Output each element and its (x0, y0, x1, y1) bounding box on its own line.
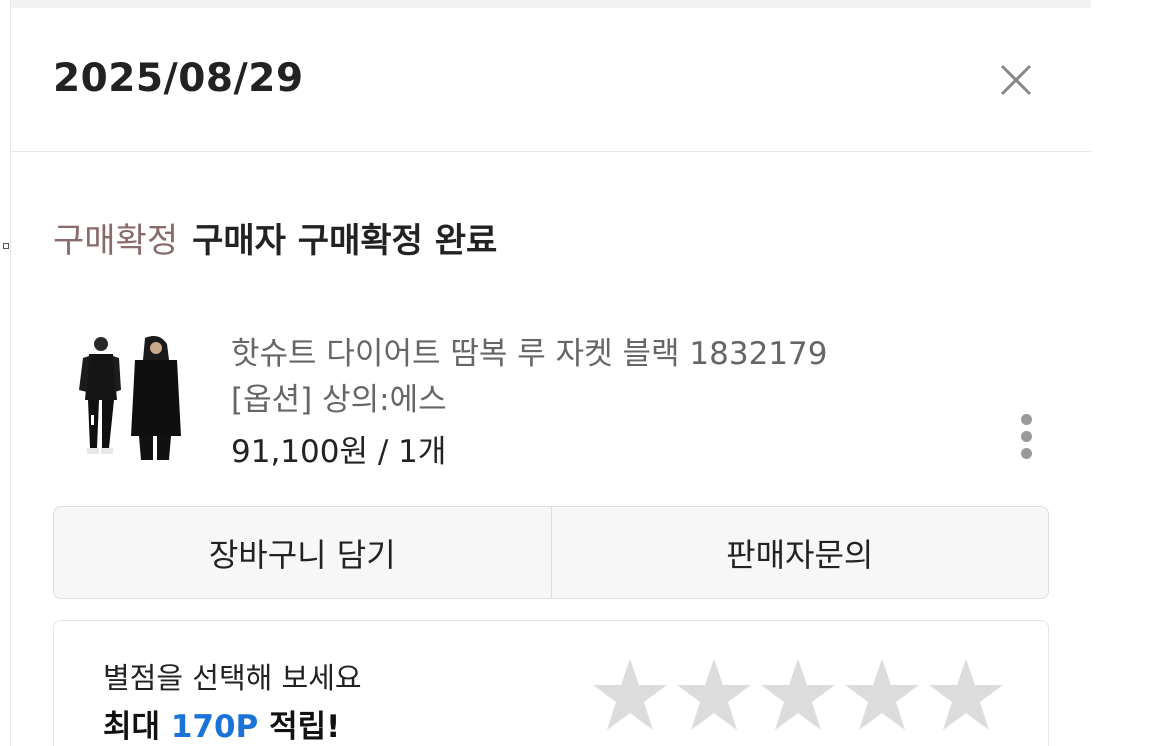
star-rating (592, 657, 1012, 733)
more-vertical-icon (1011, 414, 1041, 459)
star-icon[interactable] (844, 657, 920, 733)
order-date: 2025/08/29 (53, 56, 304, 101)
order-panel: 2025/08/29 구매확정 구매자 구매확정 완료 핫슈트 다이어트 땀복 … (11, 8, 1091, 746)
add-to-cart-button[interactable]: 장바구니 담기 (54, 507, 551, 598)
left-edge-strip (0, 0, 11, 746)
order-status: 구매확정 구매자 구매확정 완료 (53, 213, 497, 262)
order-detail-page: 2025/08/29 구매확정 구매자 구매확정 완료 핫슈트 다이어트 땀복 … (0, 0, 1158, 746)
product-thumbnail[interactable] (69, 330, 189, 465)
star-icon[interactable] (676, 657, 752, 733)
star-icon[interactable] (928, 657, 1004, 733)
product-photo (79, 336, 181, 460)
close-button[interactable] (996, 60, 1036, 100)
more-options-button[interactable] (1011, 414, 1041, 470)
resize-handle[interactable] (3, 243, 9, 249)
seller-inquiry-button[interactable]: 판매자문의 (550, 507, 1049, 598)
close-icon (1000, 64, 1032, 96)
status-description: 구매자 구매확정 완료 (192, 221, 498, 261)
product-price: 91,100원 / 1개 (231, 434, 447, 470)
reward-points: 170P (170, 709, 259, 745)
product-name[interactable]: 핫슈트 다이어트 땀복 루 자켓 블랙 1832179 (231, 328, 827, 373)
status-badge: 구매확정 (53, 221, 179, 261)
star-icon[interactable] (592, 657, 668, 733)
reward-prefix: 최대 (103, 709, 171, 745)
star-icon[interactable] (760, 657, 836, 733)
rating-reward: 최대 170P 적립! (103, 701, 340, 746)
right-edge-strip (1091, 0, 1158, 746)
product-option: [옵션] 상의:에스 (231, 382, 447, 418)
action-bar: 장바구니 담기 판매자문의 (53, 506, 1049, 599)
panel-header: 2025/08/29 (11, 8, 1091, 152)
rating-prompt: 별점을 선택해 보세요 (103, 661, 362, 695)
reward-suffix: 적립! (258, 709, 341, 745)
rating-card: 별점을 선택해 보세요 최대 170P 적립! (53, 620, 1049, 746)
